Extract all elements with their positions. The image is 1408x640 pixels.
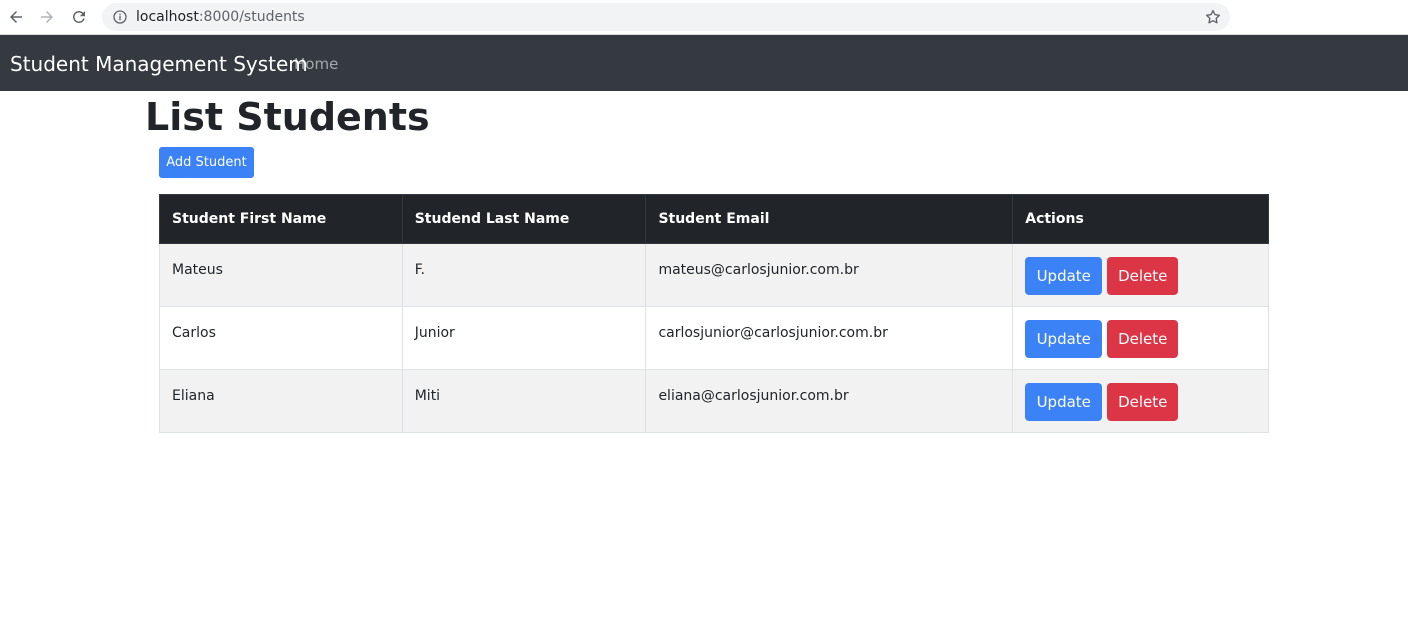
- delete-button[interactable]: Delete: [1107, 257, 1179, 295]
- table-row: Carlos Junior carlosjunior@carlosjunior.…: [159, 306, 1269, 370]
- header-email: Student Email: [645, 194, 1014, 244]
- cell-first-name: Mateus: [159, 243, 403, 307]
- delete-button[interactable]: Delete: [1107, 383, 1179, 421]
- header-first-name: Student First Name: [159, 194, 403, 244]
- cell-email: mateus@carlosjunior.com.br: [645, 243, 1014, 307]
- navbar-brand[interactable]: Student Management System: [10, 52, 308, 76]
- cell-email: carlosjunior@carlosjunior.com.br: [645, 306, 1014, 370]
- update-button[interactable]: Update: [1025, 257, 1103, 295]
- page-title: List Students: [145, 95, 430, 139]
- url-host: localhost: [136, 9, 199, 25]
- info-icon[interactable]: [112, 9, 128, 25]
- reload-icon: [72, 10, 85, 23]
- arrow-right-icon: [41, 11, 53, 23]
- delete-button[interactable]: Delete: [1107, 320, 1179, 358]
- table-row: Mateus F. mateus@carlosjunior.com.br Upd…: [159, 243, 1269, 307]
- app-navbar: Student Management System Home: [0, 35, 1408, 91]
- back-button[interactable]: [4, 5, 28, 29]
- browser-toolbar: localhost:8000/students: [0, 0, 1408, 35]
- url-text[interactable]: localhost:8000/students: [136, 9, 305, 25]
- header-actions: Actions: [1012, 194, 1269, 244]
- students-table: Student First Name Studend Last Name Stu…: [159, 194, 1269, 433]
- cell-email: eliana@carlosjunior.com.br: [645, 369, 1014, 433]
- cell-last-name: Miti: [401, 369, 647, 433]
- cell-first-name: Eliana: [159, 369, 403, 433]
- table-row: Eliana Miti eliana@carlosjunior.com.br U…: [159, 369, 1269, 433]
- forward-button[interactable]: [35, 5, 59, 29]
- star-icon[interactable]: [1204, 8, 1222, 26]
- cell-actions: Update Delete: [1012, 369, 1269, 433]
- add-student-button[interactable]: Add Student: [159, 147, 254, 178]
- arrow-left-icon: [10, 11, 22, 23]
- cell-last-name: F.: [401, 243, 647, 307]
- table-header-row: Student First Name Studend Last Name Stu…: [159, 194, 1269, 244]
- cell-last-name: Junior: [401, 306, 647, 370]
- update-button[interactable]: Update: [1025, 320, 1103, 358]
- reload-button[interactable]: [67, 5, 91, 29]
- cell-first-name: Carlos: [159, 306, 403, 370]
- url-path: :8000/students: [198, 9, 305, 25]
- cell-actions: Update Delete: [1012, 306, 1269, 370]
- update-button[interactable]: Update: [1025, 383, 1103, 421]
- address-bar[interactable]: localhost:8000/students: [102, 3, 1230, 31]
- cell-actions: Update Delete: [1012, 243, 1269, 307]
- header-last-name: Studend Last Name: [401, 194, 647, 244]
- nav-link-home[interactable]: Home: [294, 55, 338, 73]
